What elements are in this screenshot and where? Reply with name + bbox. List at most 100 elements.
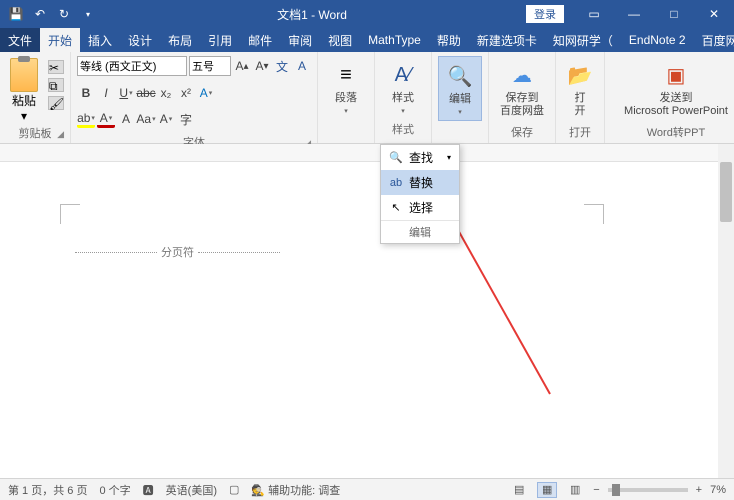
editing-button[interactable]: 🔍 编辑 ▾ (438, 56, 482, 121)
baidu-group-label: 保存 (495, 122, 549, 140)
tab-home[interactable]: 开始 (40, 28, 80, 52)
redo-icon[interactable]: ↻ (54, 4, 74, 24)
enclose-char-button[interactable]: 字 (177, 110, 195, 128)
zoom-out-button[interactable]: − (593, 484, 599, 496)
page-corner-tr (584, 204, 604, 224)
paste-button[interactable]: 粘贴 ▾ (6, 56, 42, 123)
chevron-right-icon: ▾ (447, 153, 451, 162)
editing-dropdown: 🔍 查找 ▾ ab 替换 ↖ 选择 编辑 (380, 144, 460, 244)
tab-file[interactable]: 文件 (0, 28, 40, 52)
paste-label: 粘贴 (12, 92, 36, 109)
tab-layout[interactable]: 布局 (160, 28, 200, 52)
replace-label: 替换 (409, 174, 433, 191)
superscript-button[interactable]: x² (177, 84, 195, 102)
change-case-button[interactable]: A▾ (157, 110, 175, 128)
cut-button[interactable]: ✂ (48, 60, 64, 74)
scrollbar-thumb[interactable] (720, 162, 732, 222)
grow-font-button[interactable]: A▴ (233, 57, 251, 75)
group-paragraph: ≡ 段落 ▾ (318, 52, 375, 143)
underline-button[interactable]: U▾ (117, 84, 135, 102)
tab-view[interactable]: 视图 (320, 28, 360, 52)
tab-cnki[interactable]: 知网研学（ (545, 28, 621, 52)
open-button[interactable]: 📂 打 开 (562, 56, 598, 122)
powerpoint-icon: ▣ (661, 60, 691, 90)
zoom-handle[interactable] (612, 484, 620, 496)
undo-icon[interactable]: ↶ (30, 4, 50, 24)
vertical-scrollbar[interactable] (718, 144, 734, 478)
font-name-combo[interactable] (77, 56, 187, 76)
tab-mathtype[interactable]: MathType (360, 28, 429, 52)
shrink-font-button[interactable]: A▾ (253, 57, 271, 75)
tab-insert[interactable]: 插入 (80, 28, 120, 52)
clear-format-button[interactable]: A (293, 57, 311, 75)
paragraph-button[interactable]: ≡ 段落 ▾ (324, 56, 368, 119)
strikethrough-button[interactable]: abc (137, 84, 155, 102)
highlight-button[interactable]: ab▾ (77, 110, 95, 128)
save-baidu-button[interactable]: ☁ 保存到 百度网盘 (495, 56, 549, 122)
search-icon: 🔍 (445, 61, 475, 91)
open-label: 打 开 (575, 92, 586, 118)
page-corner-tl (60, 204, 80, 224)
login-button[interactable]: 登录 (526, 5, 564, 23)
spellcheck-icon[interactable]: 🅰 (143, 482, 154, 498)
char-border-button[interactable]: Aa▾ (137, 110, 155, 128)
paste-icon (10, 58, 38, 92)
tab-help[interactable]: 帮助 (429, 28, 469, 52)
tab-references[interactable]: 引用 (200, 28, 240, 52)
dialog-launcher-icon[interactable]: ◢ (57, 129, 64, 140)
find-menuitem[interactable]: 🔍 查找 ▾ (381, 145, 459, 170)
paragraph-icon: ≡ (331, 60, 361, 90)
tab-newtab[interactable]: 新建选项卡 (469, 28, 545, 52)
tab-baidu[interactable]: 百度网盘 (694, 28, 734, 52)
paragraph-label: 段落 (335, 92, 357, 105)
macro-icon[interactable]: ▢ (229, 483, 239, 496)
select-menuitem[interactable]: ↖ 选择 (381, 195, 459, 220)
document-area[interactable]: 分页符 (0, 144, 734, 478)
print-layout-button[interactable]: ▦ (537, 482, 557, 498)
phonetic-guide-button[interactable]: 文 (273, 57, 291, 75)
send-ppt-label: 发送到 Microsoft PowerPoint (624, 92, 728, 118)
qat-more-icon[interactable]: ▾ (78, 4, 98, 24)
replace-menuitem[interactable]: ab 替换 (381, 170, 459, 195)
char-shading-button[interactable]: A (117, 110, 135, 128)
web-layout-button[interactable]: ▥ (565, 482, 585, 498)
zoom-level[interactable]: 7% (710, 484, 726, 496)
send-to-ppt-button[interactable]: ▣ 发送到 Microsoft PowerPoint (611, 56, 734, 122)
accessibility-status[interactable]: 🕵 辅助功能: 调查 (251, 482, 340, 498)
styles-group-label: 样式 (381, 119, 425, 137)
group-clipboard: 粘贴 ▾ ✂ ⧉ 🖌 剪贴板◢ (0, 52, 71, 143)
close-icon[interactable]: ✕ (694, 0, 734, 28)
group-font: A▴ A▾ 文 A B I U▾ abc x₂ x² A▾ ab▾ A▾ A A… (71, 52, 318, 143)
maximize-icon[interactable]: □ (654, 0, 694, 28)
italic-button[interactable]: I (97, 84, 115, 102)
dropdown-section-label: 编辑 (381, 220, 459, 243)
clipboard-group-label: 剪贴板◢ (6, 123, 64, 141)
format-painter-button[interactable]: 🖌 (48, 96, 64, 110)
text-effects-button[interactable]: A▾ (197, 84, 215, 102)
read-mode-button[interactable]: ▤ (509, 482, 529, 498)
font-size-combo[interactable] (189, 56, 231, 76)
group-baidu: ☁ 保存到 百度网盘 保存 (489, 52, 556, 143)
group-ppt: ▣ 发送到 Microsoft PowerPoint Word转PPT (605, 52, 734, 143)
tab-review[interactable]: 审阅 (280, 28, 320, 52)
search-icon: 🔍 (389, 151, 403, 165)
font-color-button[interactable]: A▾ (97, 110, 115, 128)
tab-endnote[interactable]: EndNote 2 (621, 28, 694, 52)
word-count[interactable]: 0 个字 (99, 482, 130, 498)
bold-button[interactable]: B (77, 84, 95, 102)
horizontal-ruler[interactable] (0, 144, 734, 162)
page-break-label: 分页符 (157, 244, 198, 260)
copy-button[interactable]: ⧉ (48, 78, 64, 92)
page-status[interactable]: 第 1 页，共 6 页 (8, 482, 87, 498)
language-status[interactable]: 英语(美国) (166, 482, 217, 498)
styles-button[interactable]: A⁄ 样式 ▾ (381, 56, 425, 119)
editing-label: 编辑 (449, 93, 471, 106)
subscript-button[interactable]: x₂ (157, 84, 175, 102)
tab-design[interactable]: 设计 (120, 28, 160, 52)
save-icon[interactable]: 💾 (6, 4, 26, 24)
zoom-in-button[interactable]: + (696, 484, 702, 496)
tab-mailings[interactable]: 邮件 (240, 28, 280, 52)
zoom-slider[interactable] (608, 488, 688, 492)
ribbon-options-icon[interactable]: ▭ (574, 0, 614, 28)
minimize-icon[interactable]: — (614, 0, 654, 28)
